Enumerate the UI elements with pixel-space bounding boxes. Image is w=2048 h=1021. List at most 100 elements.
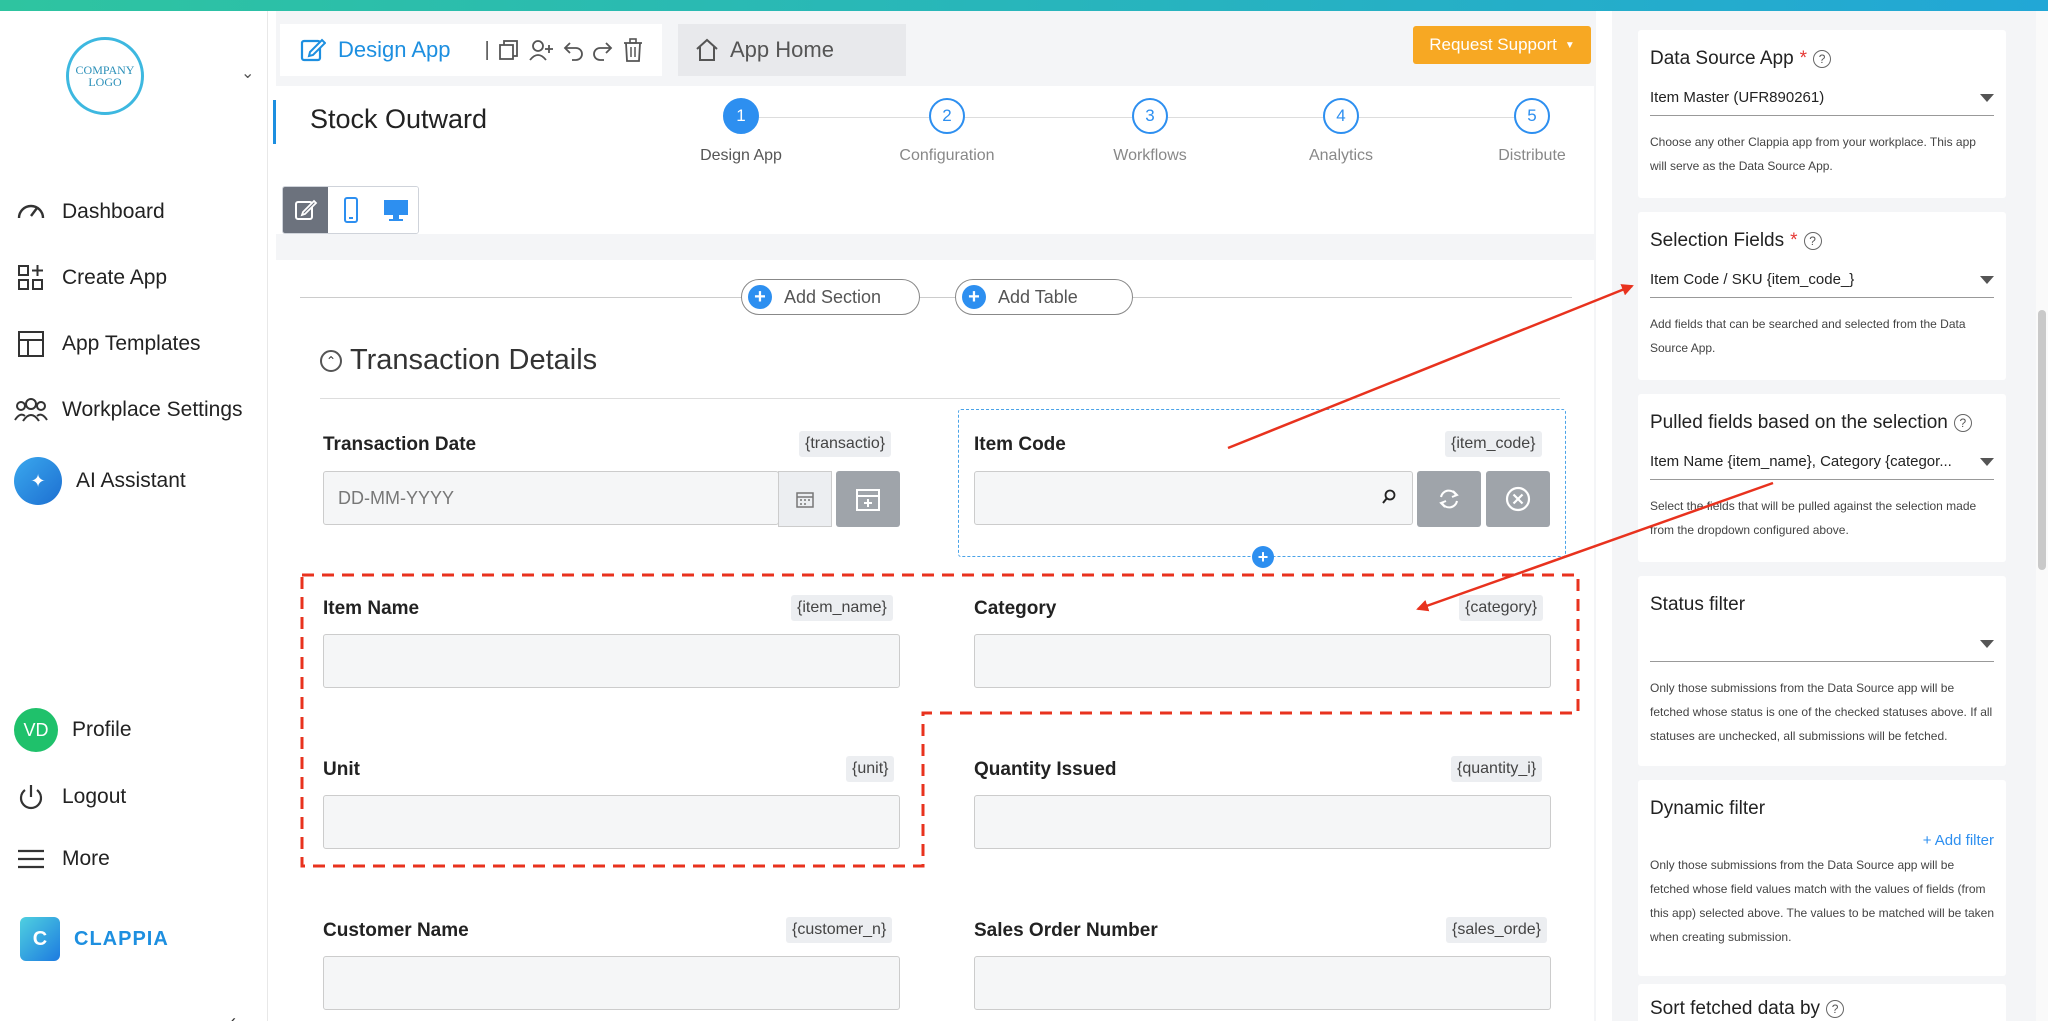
company-logo[interactable]: COMPANY LOGO: [66, 37, 144, 115]
redo-icon[interactable]: [592, 39, 614, 61]
calendar-icon[interactable]: [778, 471, 832, 527]
required-mark: *: [1790, 230, 1798, 251]
card-title: Dynamic filter: [1650, 798, 1994, 820]
sidebar-item-more[interactable]: More: [14, 842, 110, 876]
request-support-button[interactable]: Request Support ▼: [1413, 26, 1591, 64]
card-title: Pulled fields based on the selection?: [1650, 412, 1994, 434]
field-label-sales-order-number: Sales Order Number: [974, 920, 1158, 941]
step-workflows[interactable]: 3 Workflows: [1070, 98, 1230, 165]
edit-icon: [300, 37, 326, 63]
sidebar-item-label: App Templates: [62, 332, 201, 355]
clear-button[interactable]: [1486, 471, 1550, 527]
title-text: Selection Fields: [1650, 230, 1785, 251]
caret-down-icon: [1980, 457, 1994, 466]
copy-icon[interactable]: [498, 39, 520, 61]
add-filter-link[interactable]: + Add filter: [1650, 832, 1994, 849]
page-title: Stock Outward: [310, 104, 488, 134]
step-number: 5: [1514, 98, 1550, 134]
home-icon: [694, 37, 720, 63]
mobile-view-button[interactable]: [328, 187, 373, 233]
field-tag: {sales_orde}: [1446, 917, 1547, 943]
help-icon[interactable]: ?: [1826, 1000, 1845, 1018]
quantity-issued-input[interactable]: [974, 795, 1551, 849]
add-user-icon[interactable]: [528, 39, 554, 61]
title-text: Dynamic filter: [1650, 798, 1766, 819]
step-configuration[interactable]: 2 Configuration: [867, 98, 1027, 165]
help-icon[interactable]: ?: [1803, 232, 1822, 250]
sidebar-item-workplace-settings[interactable]: Workplace Settings: [14, 393, 243, 427]
tab-app-home[interactable]: App Home: [678, 24, 906, 76]
add-divider: [300, 297, 1572, 298]
unit-input[interactable]: [323, 795, 900, 849]
help-text: Only those submissions from the Data Sou…: [1650, 858, 1994, 944]
desktop-view-button[interactable]: [373, 187, 418, 233]
field-label-item-name: Item Name: [323, 598, 420, 619]
templates-icon: [14, 327, 48, 361]
pulled-fields-select[interactable]: Item Name {item_name}, Category {categor…: [1650, 448, 1994, 480]
step-number: 4: [1323, 98, 1359, 134]
step-label: Analytics: [1308, 147, 1374, 164]
sidebar-item-logout[interactable]: Logout: [14, 780, 126, 814]
collapse-sidebar-icon[interactable]: ‹: [230, 1011, 236, 1021]
title-text: Status filter: [1650, 594, 1746, 615]
calendar-add-button[interactable]: [836, 471, 900, 527]
add-table-button[interactable]: + Add Table: [955, 279, 1133, 315]
status-filter-select[interactable]: [1650, 630, 1994, 662]
sidebar-item-label: Create App: [62, 266, 168, 289]
category-input[interactable]: [974, 634, 1551, 688]
top-accent-stripe: [0, 0, 2048, 11]
sidebar-item-label: Profile: [72, 718, 132, 741]
sidebar-item-dashboard[interactable]: Dashboard: [14, 195, 165, 229]
pulled-fields-card: Pulled fields based on the selection? It…: [1638, 394, 2006, 562]
trash-icon[interactable]: [622, 38, 644, 62]
step-distribute[interactable]: 5 Distribute: [1452, 98, 1612, 165]
help-text: Select the fields that will be pulled ag…: [1650, 499, 1977, 537]
transaction-date-input[interactable]: DD-MM-YYYY: [323, 471, 779, 525]
undo-icon[interactable]: [562, 39, 584, 61]
search-icon[interactable]: [1381, 489, 1397, 505]
help-icon[interactable]: ?: [1813, 50, 1832, 68]
add-section-button[interactable]: + Add Section: [741, 279, 920, 315]
chevron-up-icon[interactable]: ⌃: [320, 349, 342, 372]
step-label: Design App: [700, 147, 782, 164]
button-label: Add Table: [998, 286, 1078, 307]
selection-fields-select[interactable]: Item Code / SKU {item_code_}: [1650, 266, 1994, 298]
card-title: Status filter: [1650, 594, 1994, 616]
tab-design-app[interactable]: Design App: [300, 37, 451, 63]
select-value: Item Master (UFR890261): [1650, 89, 1825, 106]
data-source-app-select[interactable]: Item Master (UFR890261): [1650, 84, 1994, 116]
sidebar-item-profile[interactable]: VD Profile: [14, 708, 132, 752]
refresh-button[interactable]: [1417, 471, 1481, 527]
card-title: Data Source App *?: [1650, 48, 1994, 70]
step-number: 2: [929, 98, 965, 134]
button-label: Add Section: [784, 286, 882, 307]
required-mark: *: [1799, 48, 1808, 69]
item-code-input[interactable]: [974, 471, 1413, 525]
sidebar-item-create-app[interactable]: Create App: [14, 261, 167, 295]
tab-label: Design App: [338, 37, 451, 62]
scrollbar-thumb[interactable]: [2038, 310, 2046, 570]
sidebar-item-label: Logout: [62, 785, 127, 808]
edit-view-button[interactable]: [283, 187, 328, 233]
step-label: Configuration: [899, 147, 995, 164]
card-title: Sort fetched data by?: [1650, 998, 1994, 1020]
sidebar-item-ai-assistant[interactable]: ✦ AI Assistant: [14, 457, 186, 505]
help-icon[interactable]: ?: [1953, 414, 1972, 432]
title-text: Sort fetched data by: [1650, 998, 1821, 1019]
item-name-input[interactable]: [323, 634, 900, 688]
chevron-down-icon[interactable]: ⌄: [241, 63, 254, 83]
logo-text: COMPANY LOGO: [75, 63, 135, 89]
field-label-transaction-date: Transaction Date: [323, 434, 477, 455]
sidebar-item-app-templates[interactable]: App Templates: [14, 327, 201, 361]
avatar: VD: [14, 708, 58, 752]
sales-order-number-input[interactable]: [974, 956, 1551, 1010]
customer-name-input[interactable]: [323, 956, 900, 1010]
brand-logo: C CLAPPIA: [20, 917, 169, 961]
step-design-app[interactable]: 1 Design App: [661, 98, 821, 165]
add-field-plus-icon[interactable]: +: [1252, 546, 1274, 568]
status-filter-card: Status filter Only those submissions fro…: [1638, 576, 2006, 766]
caret-down-icon: ▼: [1564, 39, 1575, 51]
section-title[interactable]: ⌃ Transaction Details: [320, 344, 597, 377]
step-analytics[interactable]: 4 Analytics: [1261, 98, 1421, 165]
create-app-icon: [14, 261, 48, 295]
